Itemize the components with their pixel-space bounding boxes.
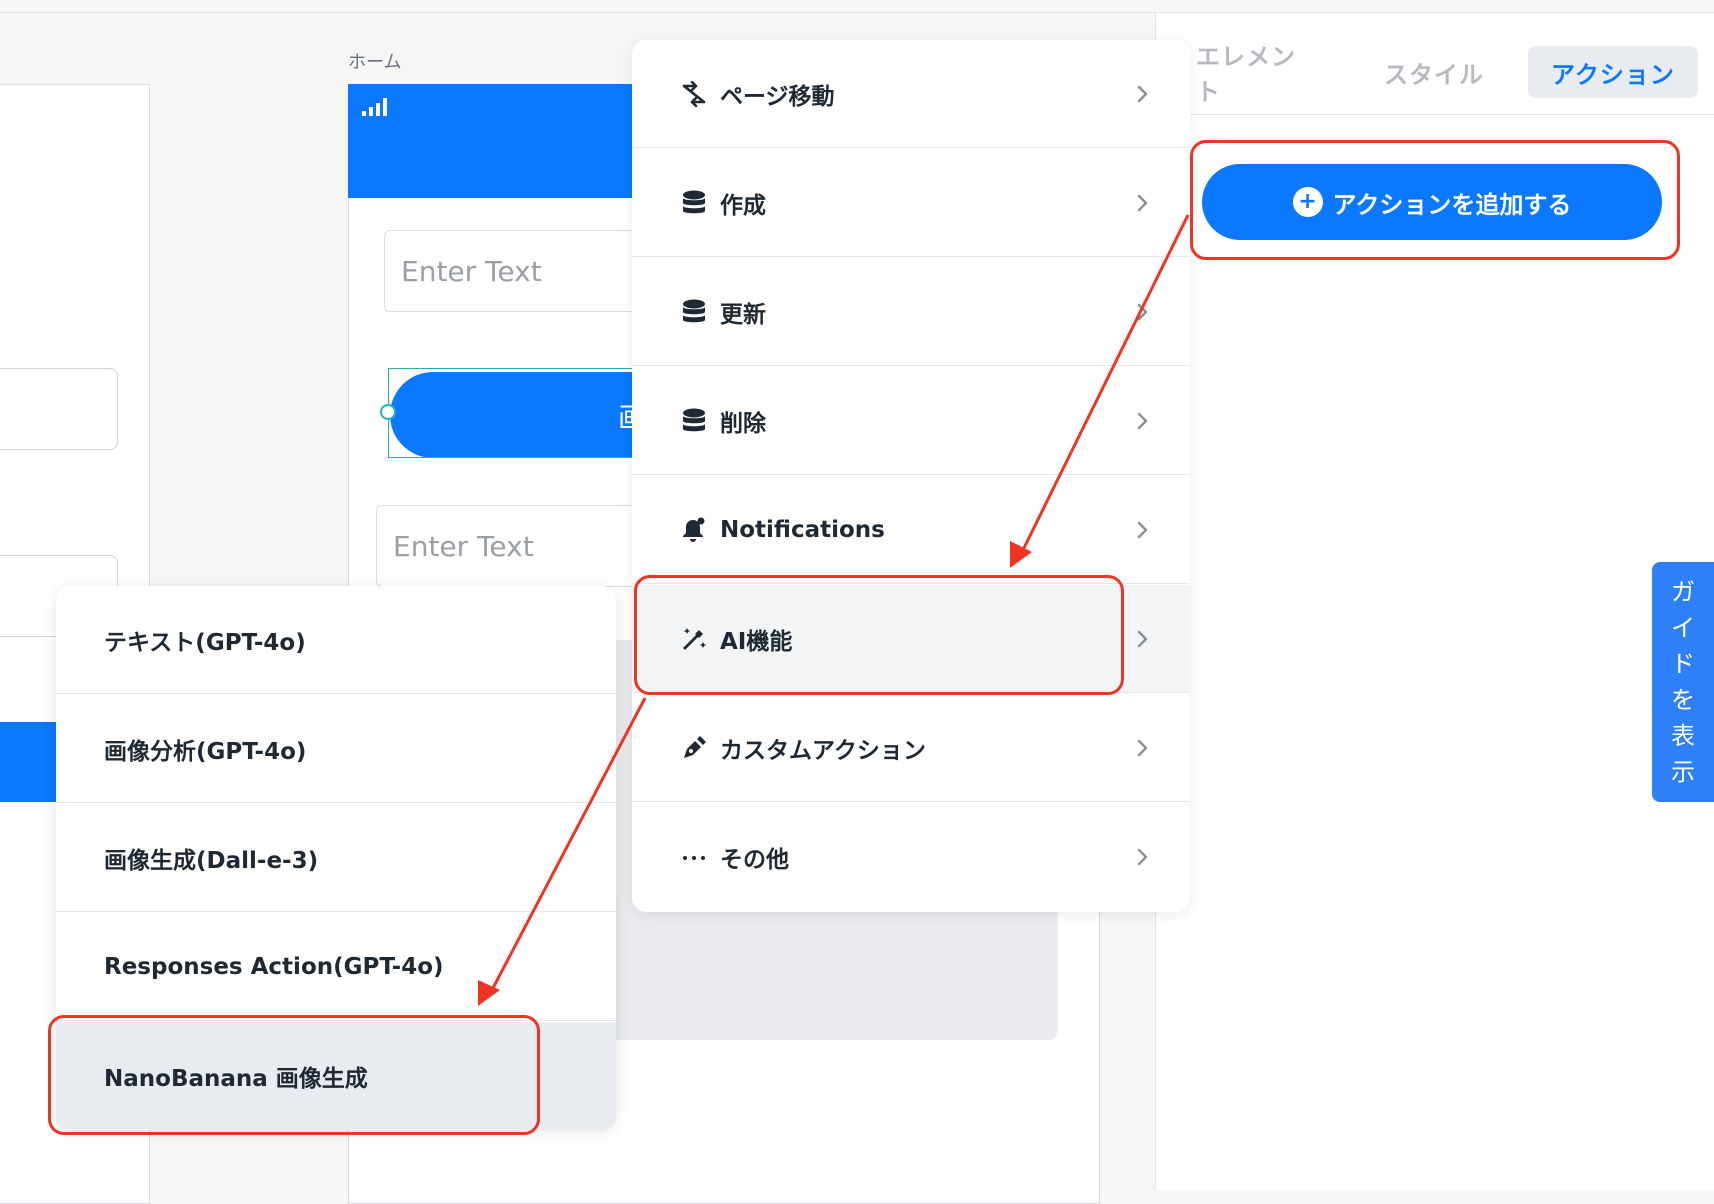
submenu-item-text-gpt4o[interactable]: テキスト(GPT-4o) [56, 586, 616, 694]
chevron-right-icon [1137, 412, 1148, 430]
bell-icon [680, 516, 708, 544]
guide-char: ド [1671, 650, 1695, 678]
chevron-right-icon [1137, 739, 1148, 757]
menu-item-label: 削除 [720, 410, 766, 437]
chevron-right-icon [1137, 303, 1148, 321]
text-input-preview[interactable]: Enter Text [376, 505, 676, 587]
navigate-icon [680, 80, 708, 108]
chevron-right-icon [1137, 194, 1148, 212]
guide-char: 示 [1671, 758, 1695, 786]
pen-icon [680, 734, 708, 762]
menu-item-label: Notifications [720, 516, 885, 543]
tab-style[interactable]: スタイル [1378, 46, 1490, 98]
magic-wand-icon [680, 625, 708, 653]
menu-item-create[interactable]: 作成 [632, 149, 1190, 257]
database-icon [680, 407, 708, 435]
signal-icon [362, 96, 394, 116]
menu-item-label: AI機能 [720, 628, 793, 655]
guide-char: イ [1671, 614, 1695, 642]
submenu-item-image-analysis[interactable]: 画像分析(GPT-4o) [56, 695, 616, 803]
guide-char: 表 [1671, 722, 1695, 750]
menu-item-label: カスタムアクション [720, 737, 926, 764]
chevron-right-icon [1137, 85, 1148, 103]
left-screen-button[interactable] [0, 722, 56, 802]
guide-char: を [1671, 686, 1695, 714]
action-type-menu: ページ移動 作成 更新 削除 Notifications AI機能 カスタムアク… [632, 40, 1190, 912]
menu-item-label: その他 [720, 847, 789, 873]
menu-item-label: 作成 [720, 192, 766, 219]
chevron-right-icon [1137, 521, 1148, 539]
tab-action[interactable]: アクション [1528, 46, 1698, 98]
screen-title: ホーム [348, 52, 402, 73]
menu-item-notifications[interactable]: Notifications [632, 476, 1190, 584]
chevron-right-icon [1137, 848, 1148, 866]
ai-features-submenu: テキスト(GPT-4o) 画像分析(GPT-4o) 画像生成(Dall-e-3)… [56, 586, 616, 1130]
submenu-item-responses-action[interactable]: Responses Action(GPT-4o) [56, 913, 616, 1021]
database-icon [680, 298, 708, 326]
plus-circle-icon: + [1292, 187, 1323, 217]
submenu-item-image-generation-dalle[interactable]: 画像生成(Dall-e-3) [56, 804, 616, 912]
text-input-placeholder: Enter Text [401, 254, 542, 288]
add-action-button[interactable]: + アクションを追加する [1202, 164, 1662, 240]
menu-item-delete[interactable]: 削除 [632, 367, 1190, 475]
left-screen-field[interactable] [0, 368, 118, 450]
database-icon [680, 189, 708, 217]
ellipsis-icon [680, 843, 708, 871]
text-input-placeholder: Enter Text [393, 529, 534, 563]
menu-item-update[interactable]: 更新 [632, 258, 1190, 366]
menu-item-other[interactable]: その他 [632, 803, 1190, 911]
menu-item-label: ページ移動 [720, 83, 835, 110]
chevron-right-icon [1137, 630, 1148, 648]
tabs-divider [1155, 114, 1714, 115]
tab-element[interactable]: エレメント [1196, 43, 1318, 106]
selection-handle[interactable] [380, 404, 396, 420]
menu-item-page-navigation[interactable]: ページ移動 [632, 40, 1190, 148]
menu-item-ai-features[interactable]: AI機能 [632, 585, 1190, 693]
show-guide-tab[interactable]: ガ イ ド を 表 示 [1652, 562, 1714, 802]
menu-item-label: 更新 [720, 301, 766, 328]
guide-char: ガ [1671, 578, 1695, 606]
menu-item-custom-action[interactable]: カスタムアクション [632, 694, 1190, 802]
submenu-item-nanobanana[interactable]: NanoBanana 画像生成 [56, 1022, 616, 1130]
add-action-label: アクションを追加する [1332, 190, 1572, 219]
